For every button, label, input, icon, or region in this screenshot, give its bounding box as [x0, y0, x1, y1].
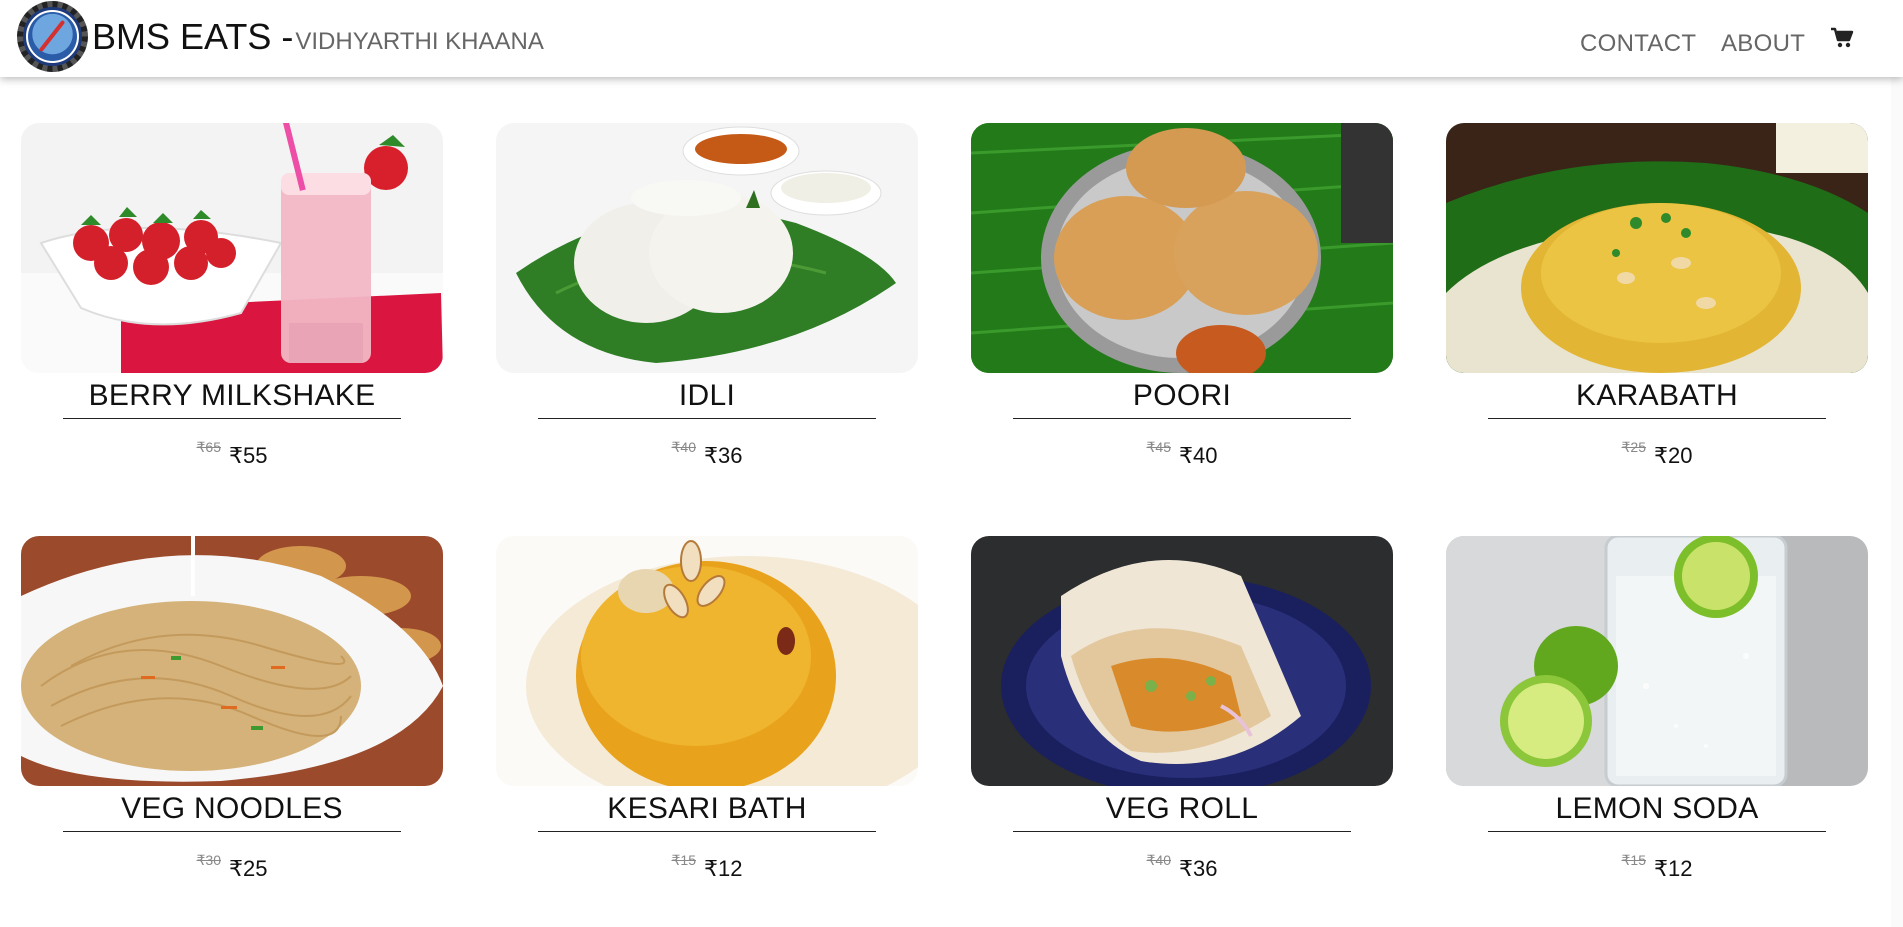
menu-card-poori[interactable]: POORI ₹45 ₹40 — [971, 123, 1393, 493]
menu-card-karabath[interactable]: KARABATH ₹25 ₹20 — [1446, 123, 1868, 493]
original-price: ₹30 — [196, 852, 221, 868]
veg-roll-photo — [971, 536, 1393, 786]
discounted-price: ₹25 — [229, 856, 268, 881]
discounted-price: ₹36 — [1179, 856, 1218, 881]
idli-photo — [496, 123, 918, 373]
lemon-soda-photo — [1446, 536, 1868, 786]
brand-subtitle: VIDHYARTHI KHAANA — [295, 28, 544, 55]
price-block: ₹40 ₹36 — [971, 852, 1393, 882]
site-brand[interactable]: BMS EATS -VIDHYARTHI KHAANA — [92, 14, 544, 65]
menu-item-name: KARABATH — [1576, 379, 1738, 412]
menu-card-berry-milkshake[interactable]: BERRY MILKSHAKE ₹65 ₹55 — [21, 123, 443, 493]
kesari-bath-photo — [496, 536, 918, 786]
name-underline — [1488, 831, 1826, 832]
price-block: ₹15 ₹12 — [1446, 852, 1868, 882]
menu-item-name: KESARI BATH — [607, 792, 807, 825]
original-price: ₹15 — [671, 852, 696, 868]
price-block: ₹40 ₹36 — [496, 439, 918, 469]
original-price: ₹65 — [196, 439, 221, 455]
menu-card-idli[interactable]: IDLI ₹40 ₹36 — [496, 123, 918, 493]
price-block: ₹25 ₹20 — [1446, 439, 1868, 469]
nav-link-contact[interactable]: CONTACT — [1580, 30, 1696, 58]
shopping-cart-icon[interactable] — [1830, 27, 1854, 49]
price-block: ₹45 ₹40 — [971, 439, 1393, 469]
original-price: ₹40 — [671, 439, 696, 455]
karabath-photo — [1446, 123, 1868, 373]
name-underline — [63, 831, 401, 832]
page-scrollbar[interactable] — [1891, 0, 1903, 927]
price-block: ₹30 ₹25 — [21, 852, 443, 882]
price-block: ₹15 ₹12 — [496, 852, 918, 882]
original-price: ₹25 — [1621, 439, 1646, 455]
price-block: ₹65 ₹55 — [21, 439, 443, 469]
poori-photo — [971, 123, 1393, 373]
top-navbar: BMS EATS -VIDHYARTHI KHAANA CONTACT ABOU… — [0, 0, 1903, 77]
discounted-price: ₹20 — [1654, 443, 1693, 468]
menu-item-name: IDLI — [678, 379, 736, 412]
menu-grid: BERRY MILKSHAKE ₹65 ₹55 IDLI ₹40 ₹36 POO… — [0, 0, 1903, 927]
discounted-price: ₹12 — [1654, 856, 1693, 881]
menu-card-kesari-bath[interactable]: KESARI BATH ₹15 ₹12 — [496, 536, 918, 906]
menu-item-name: BERRY MILKSHAKE — [88, 379, 376, 412]
discounted-price: ₹55 — [229, 443, 268, 468]
menu-card-veg-noodles[interactable]: VEG NOODLES ₹30 ₹25 — [21, 536, 443, 906]
nav-link-about[interactable]: ABOUT — [1721, 30, 1805, 58]
name-underline — [1013, 831, 1351, 832]
name-underline — [538, 418, 876, 419]
menu-item-name: POORI — [1132, 379, 1232, 412]
menu-item-name: VEG ROLL — [1105, 792, 1259, 825]
discounted-price: ₹12 — [704, 856, 743, 881]
original-price: ₹15 — [1621, 852, 1646, 868]
original-price: ₹45 — [1146, 439, 1171, 455]
menu-card-veg-roll[interactable]: VEG ROLL ₹40 ₹36 — [971, 536, 1393, 906]
menu-item-name: LEMON SODA — [1555, 792, 1759, 825]
name-underline — [538, 831, 876, 832]
brand-title: BMS EATS - — [92, 16, 294, 57]
menu-item-name: VEG NOODLES — [121, 792, 343, 825]
original-price: ₹40 — [1146, 852, 1171, 868]
discounted-price: ₹40 — [1179, 443, 1218, 468]
college-emblem-logo[interactable] — [17, 1, 88, 72]
veg-noodles-photo — [21, 536, 443, 786]
name-underline — [1013, 418, 1351, 419]
name-underline — [63, 418, 401, 419]
berry-milkshake-photo — [21, 123, 443, 373]
name-underline — [1488, 418, 1826, 419]
discounted-price: ₹36 — [704, 443, 743, 468]
menu-card-lemon-soda[interactable]: LEMON SODA ₹15 ₹12 — [1446, 536, 1868, 906]
